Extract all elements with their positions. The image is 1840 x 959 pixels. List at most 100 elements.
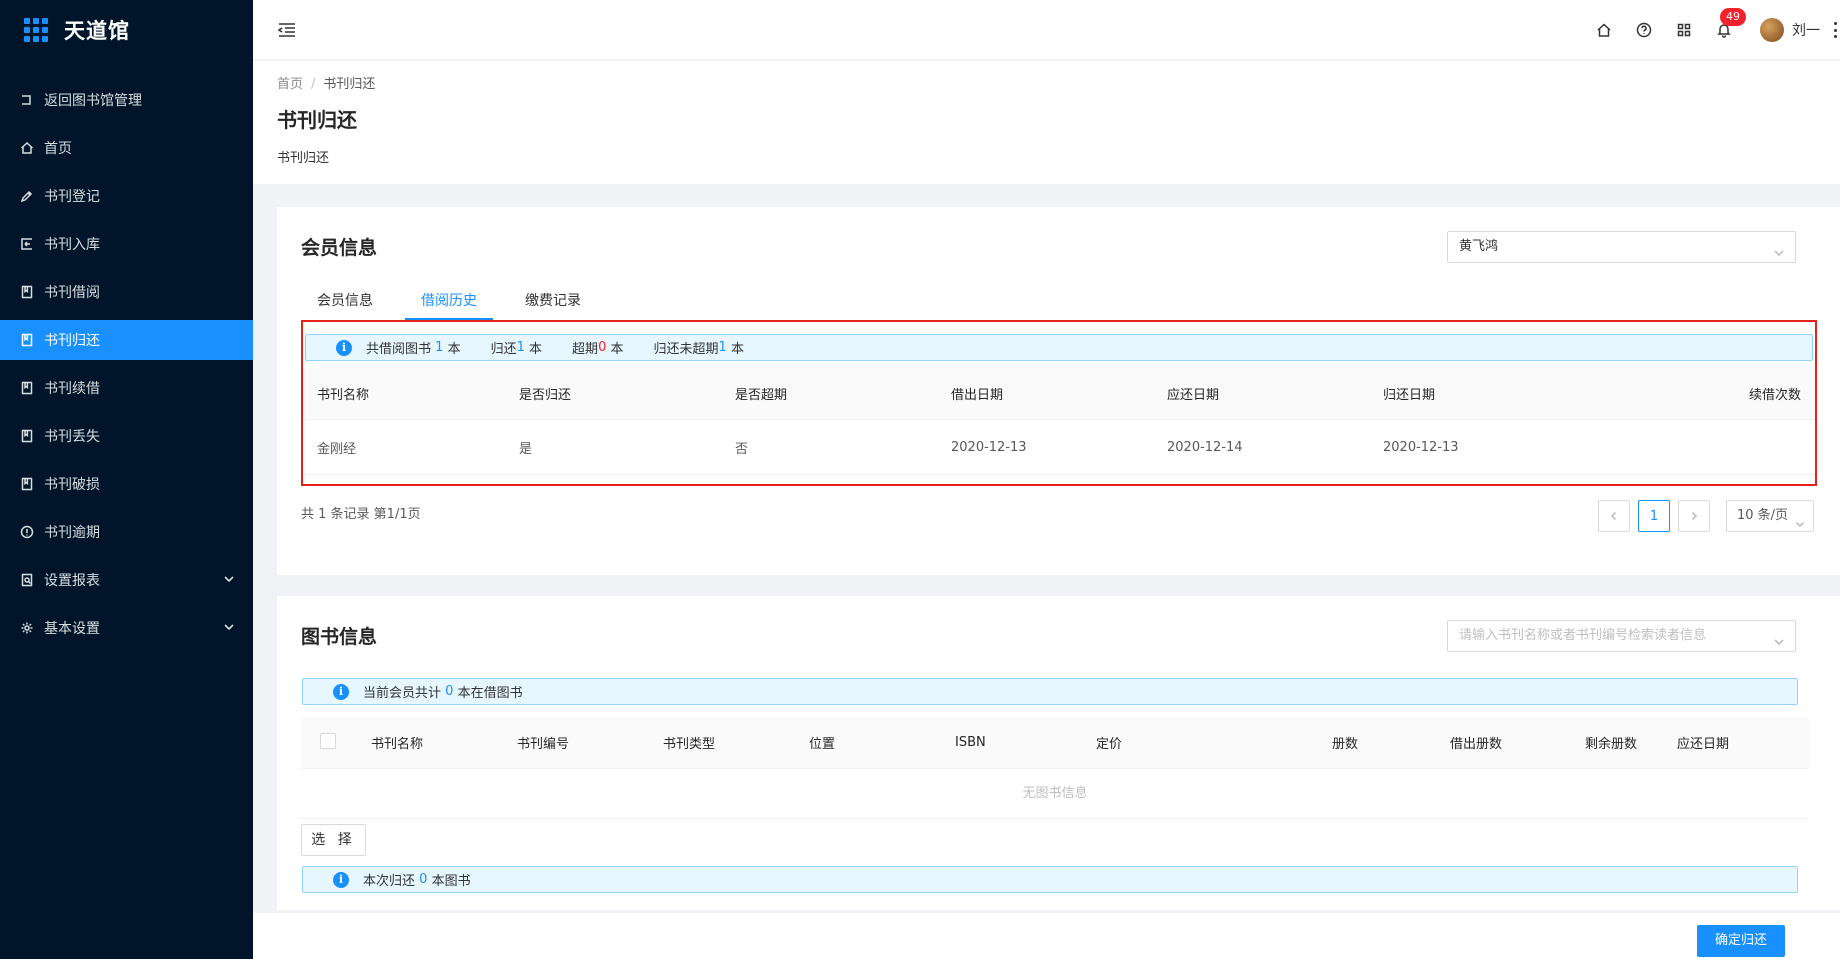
tab-member-info[interactable]: 会员信息 [317, 280, 373, 320]
select-all-checkbox[interactable] [320, 732, 336, 749]
column-header: 书刊类型 [663, 737, 716, 752]
sidebar-item-label: 书刊借阅 [44, 285, 100, 301]
edit-icon [20, 189, 34, 203]
home-icon [20, 141, 34, 155]
menu-fold-icon[interactable] [277, 20, 297, 40]
prev-page-button[interactable] [1598, 500, 1630, 532]
column-header: 书刊名称 [371, 737, 424, 752]
page-description: 书刊归还 [277, 151, 330, 166]
top-header: 49 刘一 [253, 0, 1840, 60]
info-icon: i [336, 339, 352, 356]
chevron-down-icon [1773, 241, 1785, 257]
book-icon [20, 285, 34, 299]
sidebar: 天道馆 返回图书馆管理 首页 书刊登记 书刊入库 书刊借阅 书刊归还 书刊续借 … [0, 0, 253, 959]
sidebar-item-stock-in[interactable]: 书刊入库 [0, 224, 253, 264]
chevron-down-icon [1795, 511, 1805, 528]
help-icon[interactable] [1636, 22, 1652, 38]
more-vertical-icon[interactable] [1834, 22, 1838, 38]
sidebar-item-return[interactable]: 书刊归还 [0, 320, 253, 360]
sidebar-item-basic-settings[interactable]: 基本设置 [0, 608, 253, 648]
logo[interactable]: 天道馆 [0, 0, 253, 60]
table-cell: 2020-12-13 [1383, 439, 1459, 455]
table-header: 书刊名称 是否归还 是否超期 借出日期 应还日期 归还日期 续借次数 [303, 368, 1815, 420]
table-cell: 2020-12-13 [951, 439, 1027, 455]
sidebar-item-borrow[interactable]: 书刊借阅 [0, 272, 253, 312]
import-icon [20, 237, 34, 251]
member-select[interactable]: 黄飞鸿 [1447, 231, 1796, 263]
member-info-title: 会员信息 [301, 237, 378, 259]
column-header: 位置 [809, 737, 836, 752]
apps-grid-icon[interactable] [1676, 22, 1692, 38]
back-icon [20, 93, 34, 107]
chevron-down-icon [223, 621, 235, 633]
sidebar-item-label: 书刊逾期 [44, 525, 100, 541]
book-info-card: 图书信息 请输入书刊名称或者书刊编号检索读者信息 i 当前会员共计 0 本在借图… [277, 596, 1840, 910]
member-tabs: 会员信息 借阅历史 缴费记录 [317, 280, 629, 320]
next-page-button[interactable] [1678, 500, 1710, 532]
book-table: 书刊名称 书刊编号 书刊类型 位置 ISBN 定价 册数 借出册数 剩余册数 应… [301, 717, 1809, 769]
sidebar-item-report-settings[interactable]: 设置报表 [0, 560, 253, 600]
pagination-total: 共 1 条记录 第1/1页 [301, 507, 421, 522]
highlight-box: i 共借阅图书 1 本 归还 1 本 超期 0 本 归还未超期 1 本 书刊名称 是否… [301, 320, 1817, 486]
current-borrow-alert: i 当前会员共计 0 本在借图书 [302, 678, 1798, 705]
breadcrumb-home[interactable]: 首页 [277, 77, 303, 92]
table-row: 金刚经 是 否 2020-12-13 2020-12-14 2020-12-13 [303, 420, 1815, 475]
header-actions: 49 刘一 [1596, 0, 1840, 60]
chevron-down-icon [1773, 630, 1785, 646]
breadcrumb-current: 书刊归还 [323, 77, 376, 92]
confirm-return-button[interactable]: 确定归还 [1697, 925, 1785, 957]
sidebar-item-back-library[interactable]: 返回图书馆管理 [0, 80, 253, 120]
page-number[interactable]: 1 [1638, 500, 1670, 532]
column-header: 借出日期 [951, 388, 1004, 403]
app-title: 天道馆 [64, 19, 130, 43]
borrow-history-table: 书刊名称 是否归还 是否超期 借出日期 应还日期 归还日期 续借次数 金刚经 是… [303, 368, 1815, 475]
sidebar-item-label: 书刊破损 [44, 477, 100, 493]
sidebar-item-damaged[interactable]: 书刊破损 [0, 464, 253, 504]
pagination: 1 10 条/页 [1590, 500, 1814, 532]
sidebar-item-lost[interactable]: 书刊丢失 [0, 416, 253, 456]
tab-borrow-history[interactable]: 借阅历史 [405, 280, 493, 320]
notification-badge: 49 [1720, 8, 1746, 26]
info-icon: i [333, 871, 349, 888]
bell-icon[interactable]: 49 [1716, 8, 1746, 38]
breadcrumb: 首页 / 书刊归还 [277, 77, 376, 92]
return-count-alert: i 本次归还 0 本图书 [302, 866, 1798, 893]
column-header: 应还日期 [1167, 388, 1220, 403]
avatar[interactable] [1760, 18, 1784, 42]
page-title: 书刊归还 [277, 108, 357, 132]
report-icon [20, 573, 34, 587]
book-search-placeholder: 请输入书刊名称或者书刊编号检索读者信息 [1459, 628, 1707, 643]
tab-payment-records[interactable]: 缴费记录 [525, 280, 581, 320]
sidebar-item-home[interactable]: 首页 [0, 128, 253, 168]
table-cell: 2020-12-14 [1167, 439, 1243, 455]
username[interactable]: 刘一 [1792, 20, 1820, 40]
book-search-select[interactable]: 请输入书刊名称或者书刊编号检索读者信息 [1447, 620, 1796, 652]
member-info-card: 会员信息 黄飞鸿 会员信息 借阅历史 缴费记录 i 共借阅图书 1 本 归还 1 … [277, 207, 1840, 575]
info-icon: i [333, 683, 349, 700]
sidebar-item-register[interactable]: 书刊登记 [0, 176, 253, 216]
sidebar-menu: 返回图书馆管理 首页 书刊登记 书刊入库 书刊借阅 书刊归还 书刊续借 书刊丢失… [0, 80, 253, 648]
sidebar-item-label: 书刊续借 [44, 381, 100, 397]
column-header: ISBN [955, 735, 986, 750]
sidebar-item-label: 书刊丢失 [44, 429, 100, 445]
sidebar-item-label: 返回图书馆管理 [44, 93, 142, 109]
sidebar-item-renew[interactable]: 书刊续借 [0, 368, 253, 408]
table-cell: 否 [735, 441, 749, 457]
book-icon [20, 477, 34, 491]
sidebar-item-label: 基本设置 [44, 621, 100, 637]
app-grid-icon [24, 18, 48, 42]
member-select-value: 黄飞鸿 [1459, 239, 1499, 254]
empty-placeholder: 无图书信息 [301, 769, 1809, 819]
sidebar-item-label: 书刊归还 [44, 333, 100, 349]
home-icon[interactable] [1596, 22, 1612, 38]
column-header: 定价 [1096, 737, 1123, 752]
sidebar-item-overdue[interactable]: 书刊逾期 [0, 512, 253, 552]
chevron-down-icon [223, 573, 235, 585]
page-size-select[interactable]: 10 条/页 [1726, 500, 1814, 532]
choose-button[interactable]: 选 择 [301, 824, 366, 856]
column-header: 应还日期 [1677, 737, 1730, 752]
borrow-summary-alert: i 共借阅图书 1 本 归还 1 本 超期 0 本 归还未超期 1 本 [305, 334, 1813, 361]
sidebar-item-label: 首页 [44, 141, 72, 157]
book-icon [20, 381, 34, 395]
column-header: 书刊名称 [317, 388, 370, 403]
